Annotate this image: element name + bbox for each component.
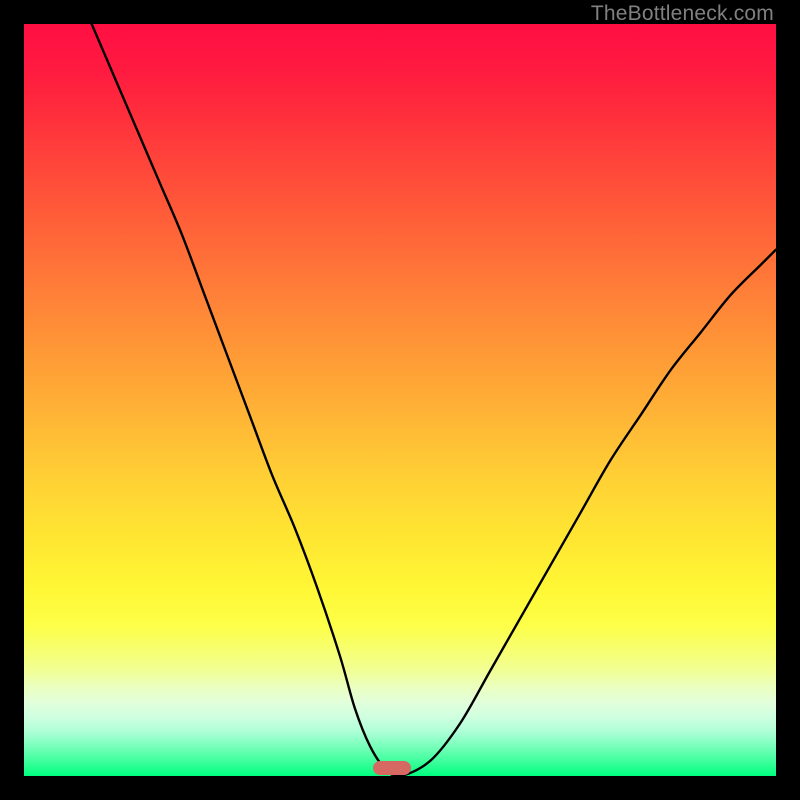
curve-svg bbox=[24, 24, 776, 776]
optimum-marker bbox=[373, 761, 411, 775]
plot-area bbox=[24, 24, 776, 776]
chart-frame: TheBottleneck.com bbox=[0, 0, 800, 800]
attribution-label: TheBottleneck.com bbox=[591, 2, 774, 26]
bottleneck-curve-path bbox=[92, 24, 776, 776]
